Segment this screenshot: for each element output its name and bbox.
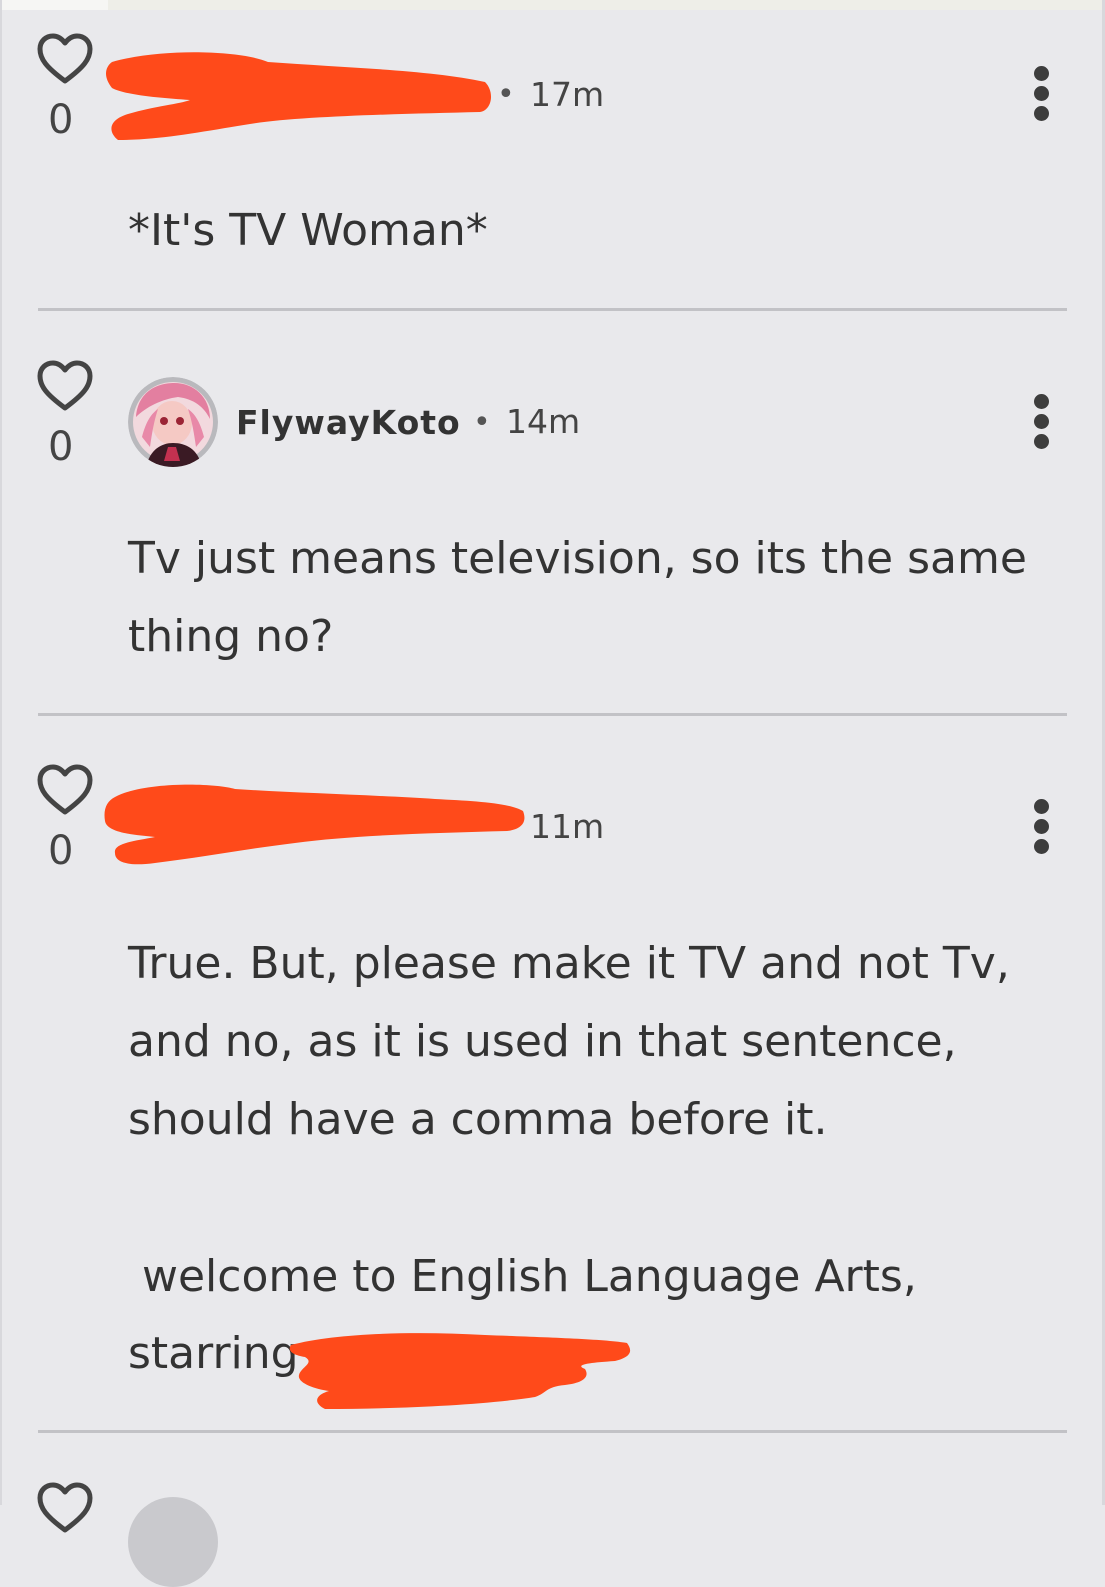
redacted-username [104, 784, 525, 865]
comment-text: *It's TV Woman* [128, 205, 488, 256]
separator-dot: • [473, 405, 491, 440]
like-count: 0 [48, 424, 74, 470]
comment-2: 0 FlywayKoto • 14m Tv just means televis… [0, 310, 1105, 715]
separator-dot: • [497, 77, 515, 112]
heart-icon[interactable] [36, 360, 94, 412]
heart-icon[interactable] [36, 1482, 94, 1534]
like-count: 0 [48, 828, 74, 874]
heart-icon[interactable] [36, 764, 94, 816]
timestamp: 14m [506, 402, 581, 441]
timestamp: 17m [530, 75, 605, 114]
redacted-username [106, 52, 492, 140]
comment-text: True. But, please make it TV and not Tv,… [128, 938, 1024, 1145]
user-avatar[interactable] [128, 377, 218, 467]
comment-text: Tv just means television, so its the sam… [128, 533, 1041, 662]
more-options-icon[interactable] [1024, 797, 1058, 857]
more-options-icon[interactable] [1024, 392, 1058, 452]
username[interactable]: FlywayKoto [236, 403, 461, 442]
comment-1: 0 • 17m *It's TV Woman* [0, 0, 1105, 310]
redacted-mention [289, 1333, 631, 1409]
comment-3: 0 11m True. But, please make it TV and n… [0, 715, 1105, 1433]
more-options-icon[interactable] [1024, 64, 1058, 124]
like-count: 0 [48, 97, 74, 143]
heart-icon[interactable] [36, 33, 94, 85]
divider [38, 1430, 1067, 1433]
timestamp: 11m [530, 807, 605, 846]
comment-text-line2: welcome to English Language Arts, [128, 1251, 917, 1302]
avatar-partial [128, 1497, 218, 1587]
